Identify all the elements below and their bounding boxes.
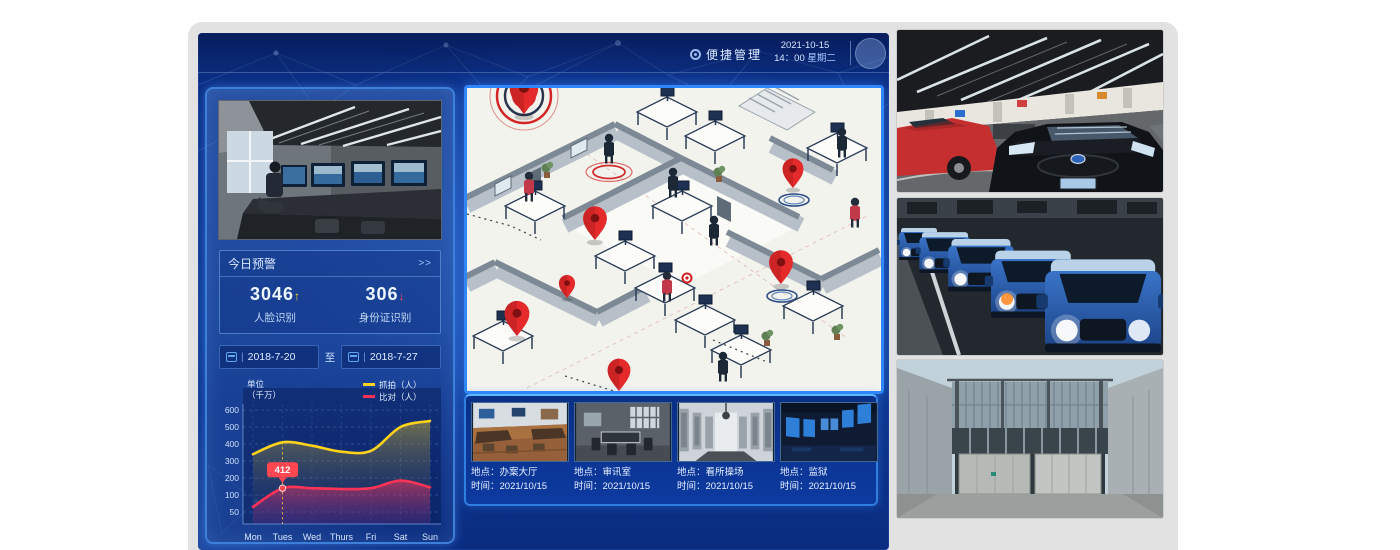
header-time-row: 14：00 星期二 xyxy=(766,52,844,65)
divider: | xyxy=(241,352,244,363)
calendar-icon xyxy=(348,352,359,362)
queued-cars-photo xyxy=(897,198,1163,355)
stat-label: 身份证识别 xyxy=(330,310,440,325)
prison-yard-photo xyxy=(678,403,774,461)
header-divider xyxy=(850,41,851,65)
date-range-row: | 2018-7-20 至 | 2018-7-27 xyxy=(219,345,441,369)
app-title: 便捷管理 xyxy=(706,46,762,63)
camera-thumb-yard[interactable]: 地点：看所操场时间：2021/10/15 xyxy=(677,402,775,494)
svg-text:100: 100 xyxy=(225,490,239,500)
alerts-title: 今日预警 xyxy=(228,255,276,272)
svg-text:Mon: Mon xyxy=(244,532,262,542)
header-date: 2021-10-15 xyxy=(766,39,844,52)
thumb-caption: 地点：审讯室时间：2021/10/15 xyxy=(574,466,672,494)
start-date-value: 2018-7-20 xyxy=(248,351,296,363)
thumb-caption: 地点：办案大厅时间：2021/10/15 xyxy=(471,466,569,494)
office-floor-map-illustration xyxy=(467,88,881,391)
stat-value: 3046 xyxy=(250,284,294,304)
control-room-photo xyxy=(219,101,441,239)
start-date-picker[interactable]: | 2018-7-20 xyxy=(219,345,319,369)
alerts-more-button[interactable]: >> xyxy=(418,258,432,269)
svg-text:600: 600 xyxy=(225,405,239,415)
trend-line-chart[interactable]: 412 600 500 400 300 200 100 50 Mon Tues Wed Thurs Fr… xyxy=(213,374,447,550)
svg-text:412: 412 xyxy=(275,465,291,476)
svg-text:比对（人）: 比对（人） xyxy=(379,392,422,402)
divider: | xyxy=(363,352,366,363)
svg-text:500: 500 xyxy=(225,422,239,432)
header-time: 14：00 xyxy=(774,53,805,64)
stat-value: 306 xyxy=(365,284,398,304)
interrogation-room-photo xyxy=(575,403,671,461)
thumb-caption: 地点：监狱时间：2021/10/15 xyxy=(780,466,878,494)
monitoring-dashboard: 便捷管理 2021-10-15 14：00 星期二 xyxy=(198,33,889,550)
svg-text:50: 50 xyxy=(230,507,240,517)
top-header: 便捷管理 2021-10-15 14：00 星期二 xyxy=(198,33,889,73)
end-date-value: 2018-7-27 xyxy=(370,351,418,363)
svg-text:Sun: Sun xyxy=(422,532,438,542)
svg-text:单位: 单位 xyxy=(247,379,265,389)
user-avatar[interactable] xyxy=(855,38,886,69)
svg-text:抓拍（人）: 抓拍（人） xyxy=(379,380,422,390)
svg-text:300: 300 xyxy=(225,456,239,466)
camera-thumb-prison[interactable]: 地点：监狱时间：2021/10/15 xyxy=(780,402,878,494)
svg-text:Tues: Tues xyxy=(273,532,293,542)
black-car xyxy=(989,122,1163,192)
svg-text:Thurs: Thurs xyxy=(330,532,354,542)
thumb-caption: 地点：看所操场时间：2021/10/15 xyxy=(677,466,775,494)
header-weekday: 星期二 xyxy=(807,53,836,64)
svg-text:（千万）: （千万） xyxy=(247,390,281,400)
facility-gate-photo xyxy=(897,360,1163,518)
app-title-group: 便捷管理 xyxy=(690,46,762,63)
app-logo-icon xyxy=(690,49,701,60)
header-datetime: 2021-10-15 14：00 星期二 xyxy=(766,39,844,65)
today-alerts-panel: 今日预警 >> 3046↑ 人脸识别 306↓ 身份证识别 xyxy=(219,250,441,334)
control-room-camera-feed[interactable] xyxy=(218,100,442,240)
camera-thumb-hall[interactable]: 地点：办案大厅时间：2021/10/15 xyxy=(471,402,569,494)
trend-down-icon: ↓ xyxy=(399,289,405,303)
svg-text:Fri: Fri xyxy=(366,532,377,542)
parking-garage-photo xyxy=(897,30,1163,192)
trend-chart-container[interactable]: 412 600 500 400 300 200 100 50 Mon Tues Wed Thurs Fr… xyxy=(213,374,447,550)
svg-text:400: 400 xyxy=(225,439,239,449)
monitor-room-photo xyxy=(781,403,877,461)
stat-label: 人脸识别 xyxy=(220,310,330,325)
trend-up-icon: ↑ xyxy=(294,289,300,303)
stat-face-recognition: 3046↑ 人脸识别 xyxy=(220,284,330,325)
svg-text:200: 200 xyxy=(225,473,239,483)
camera-thumbnails-panel: 地点：办案大厅时间：2021/10/15 xyxy=(464,394,878,506)
date-range-separator: 至 xyxy=(325,350,336,365)
hall-photo xyxy=(472,403,568,461)
page: 便捷管理 2021-10-15 14：00 星期二 xyxy=(0,0,1400,550)
camera-thumb-interrogation[interactable]: 地点：审讯室时间：2021/10/15 xyxy=(574,402,672,494)
left-stats-panel: 今日预警 >> 3046↑ 人脸识别 306↓ 身份证识别 xyxy=(205,87,455,544)
calendar-icon xyxy=(226,352,237,362)
svg-text:Wed: Wed xyxy=(303,532,321,542)
end-date-picker[interactable]: | 2018-7-27 xyxy=(341,345,441,369)
svg-text:Sat: Sat xyxy=(394,532,408,542)
floor-map-view[interactable] xyxy=(464,85,884,394)
stat-id-recognition: 306↓ 身份证识别 xyxy=(330,284,440,325)
